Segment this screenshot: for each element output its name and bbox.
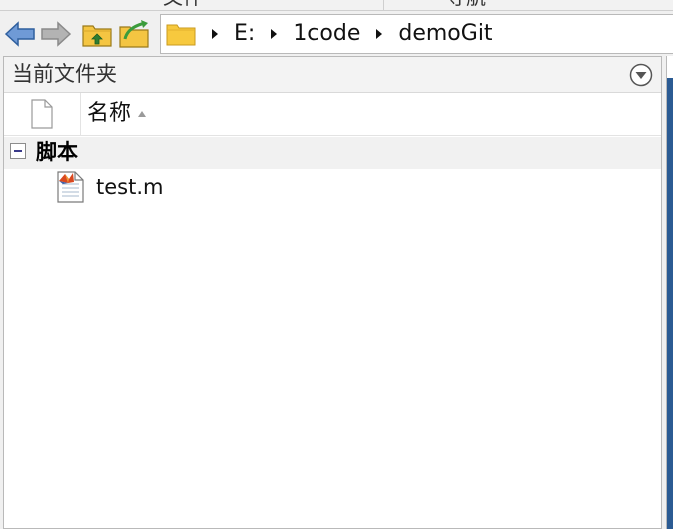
adjacent-pane-edge	[662, 56, 673, 529]
browse-folder-icon	[119, 20, 149, 48]
address-bar[interactable]: E: 1code demoGit	[160, 14, 673, 54]
adjacent-pane-accent	[667, 78, 673, 529]
breadcrumb-separator-icon[interactable]	[269, 27, 279, 41]
group-header-scripts[interactable]: 脚本	[4, 137, 661, 169]
matlab-script-file-icon	[57, 171, 84, 203]
column-header-row: 名称	[4, 93, 661, 136]
section-divider	[383, 0, 384, 10]
section-label-file: 文件	[163, 0, 203, 7]
panel-title: 当前文件夹	[12, 62, 117, 86]
panel-title-bar: 当前文件夹	[4, 57, 661, 93]
breadcrumb-1code[interactable]: 1code	[293, 21, 360, 47]
navigation-toolbar: E: 1code demoGit	[0, 11, 673, 56]
forward-button[interactable]	[39, 19, 73, 49]
collapse-group-button[interactable]	[10, 143, 26, 159]
chevron-down-circle-icon	[629, 63, 653, 87]
forward-arrow-icon	[41, 21, 72, 47]
file-list-item[interactable]: test.m	[4, 169, 661, 205]
blank-file-icon	[31, 99, 53, 129]
back-button[interactable]	[3, 19, 37, 49]
current-folder-panel: 当前文件夹 名称 脚本 test.m	[3, 56, 662, 529]
sort-ascending-icon	[138, 111, 146, 117]
breadcrumb-separator-icon[interactable]	[374, 27, 384, 41]
column-header-name[interactable]: 名称	[81, 93, 661, 135]
breadcrumb-drive-e[interactable]: E:	[234, 21, 255, 47]
section-label-strip: 文件 导航	[0, 0, 673, 11]
breadcrumb-demogit[interactable]: demoGit	[398, 21, 492, 47]
minus-icon	[14, 150, 22, 152]
breadcrumb-separator-icon[interactable]	[210, 27, 220, 41]
column-header-name-label: 名称	[87, 101, 132, 126]
browse-folder-button[interactable]	[117, 19, 151, 49]
panel-actions-button[interactable]	[629, 63, 653, 87]
up-one-level-button[interactable]	[80, 19, 114, 49]
group-label: 脚本	[36, 140, 78, 164]
back-arrow-icon	[4, 21, 35, 47]
folder-icon	[166, 21, 196, 47]
matlab-current-folder-window: 文件 导航	[0, 0, 673, 529]
folder-up-icon	[82, 25, 112, 47]
file-name: test.m	[96, 175, 164, 199]
column-header-type[interactable]	[4, 93, 81, 135]
section-label-navigate: 导航	[446, 0, 486, 7]
